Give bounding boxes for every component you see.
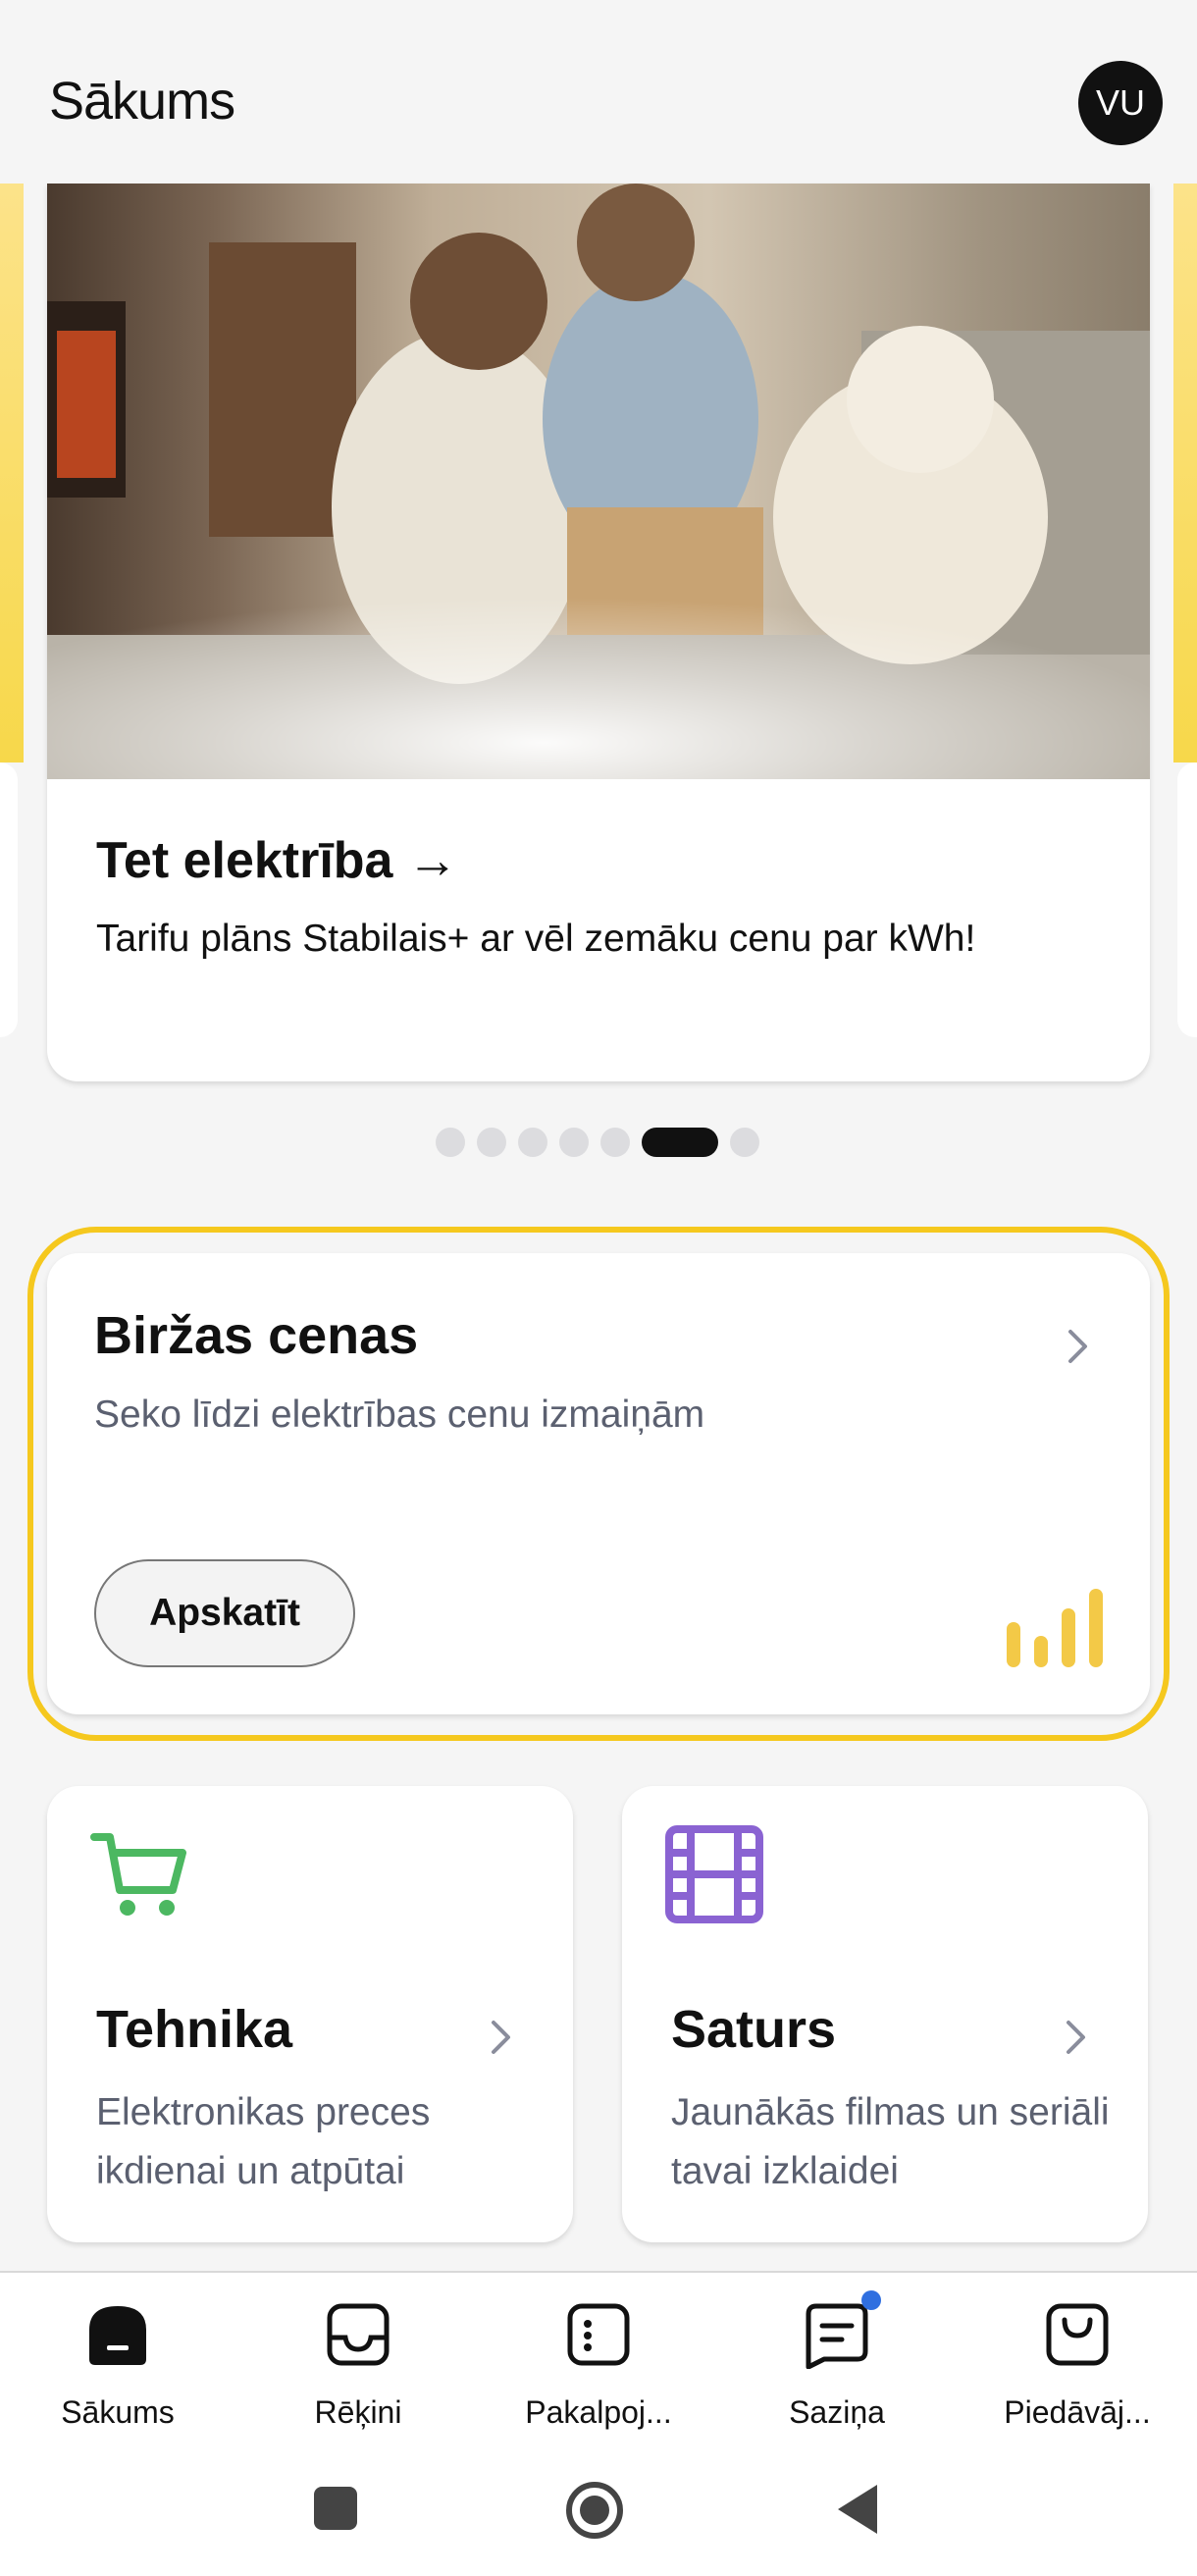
film-icon: [665, 1825, 763, 1923]
nav-item-contact[interactable]: Saziņa: [729, 2300, 945, 2447]
next-promo-peek[interactable]: [1173, 184, 1197, 762]
shopping-cart-icon: [90, 1833, 186, 1916]
promo-title[interactable]: Tet elektrība →: [96, 831, 458, 890]
home-circle-icon[interactable]: [565, 2481, 624, 2540]
chevron-right-icon[interactable]: [1058, 1327, 1097, 1366]
nav-label: Sākums: [61, 2394, 175, 2430]
tile-saturs[interactable]: Saturs Jaunākās filmas un seriāli tavai …: [622, 1786, 1148, 2242]
back-icon[interactable]: [836, 2483, 879, 2536]
notification-dot: [861, 2290, 881, 2310]
chat-icon: [806, 2303, 868, 2369]
exchange-prices-subtitle: Seko līdzi elektrības cenu izmaiņām: [94, 1393, 705, 1436]
nav-label: Rēķini: [314, 2394, 402, 2430]
system-navigation-bar: [0, 2444, 1197, 2576]
nav-label: Piedāvāj...: [1004, 2394, 1151, 2430]
previous-promo-card-peek[interactable]: [0, 762, 18, 1037]
chevron-right-icon[interactable]: [481, 2018, 520, 2057]
previous-promo-peek[interactable]: [0, 184, 24, 762]
home-icon: [89, 2306, 146, 2365]
page-title: Sākums: [49, 72, 235, 131]
nav-label: Pakalpoj...: [525, 2394, 672, 2430]
nav-item-offers[interactable]: Piedāvāj...: [969, 2300, 1185, 2447]
avatar[interactable]: VU: [1078, 61, 1163, 145]
carousel-dot[interactable]: [600, 1128, 630, 1157]
carousel-dot[interactable]: [436, 1128, 465, 1157]
services-icon: [567, 2303, 630, 2366]
carousel-dot[interactable]: [518, 1128, 547, 1157]
exchange-prices-card[interactable]: Biržas cenas Seko līdzi elektrības cenu …: [47, 1253, 1150, 1714]
shopping-bag-icon: [1046, 2303, 1109, 2366]
tile-tehnika[interactable]: Tehnika Elektronikas preces ikdienai un …: [47, 1786, 573, 2242]
inbox-icon: [327, 2303, 390, 2366]
promo-subtitle: Tarifu plāns Stabilais+ ar vēl zemāku ce…: [96, 918, 976, 960]
exchange-prices-title: Biržas cenas: [94, 1306, 419, 1365]
promo-card[interactable]: Tet elektrība → Tarifu plāns Stabilais+ …: [47, 184, 1150, 1081]
next-promo-card-peek[interactable]: [1177, 762, 1197, 1037]
tile-title: Tehnika: [96, 2000, 293, 2059]
nav-item-home[interactable]: Sākums: [10, 2300, 226, 2447]
carousel-dot[interactable]: [730, 1128, 759, 1157]
app-header: Sākums VU: [0, 0, 1197, 184]
promo-image: [47, 184, 1150, 779]
nav-item-services[interactable]: Pakalpoj...: [491, 2300, 706, 2447]
carousel-dot[interactable]: [477, 1128, 506, 1157]
bar-chart-icon: [1007, 1589, 1103, 1667]
tile-title: Saturs: [671, 2000, 837, 2059]
tile-description: Elektronikas preces ikdienai un atpūtai: [96, 2091, 431, 2192]
tile-description: Jaunākās filmas un seriāli tavai izklaid…: [671, 2091, 1110, 2192]
carousel-dot[interactable]: [559, 1128, 589, 1157]
recents-icon[interactable]: [312, 2485, 359, 2532]
nav-item-invoices[interactable]: Rēķini: [250, 2300, 466, 2447]
carousel-dot-active[interactable]: [642, 1128, 718, 1157]
chevron-right-icon[interactable]: [1056, 2018, 1095, 2057]
carousel-indicator: [436, 1127, 759, 1158]
view-button[interactable]: Apskatīt: [94, 1559, 355, 1667]
nav-label: Saziņa: [789, 2394, 885, 2430]
